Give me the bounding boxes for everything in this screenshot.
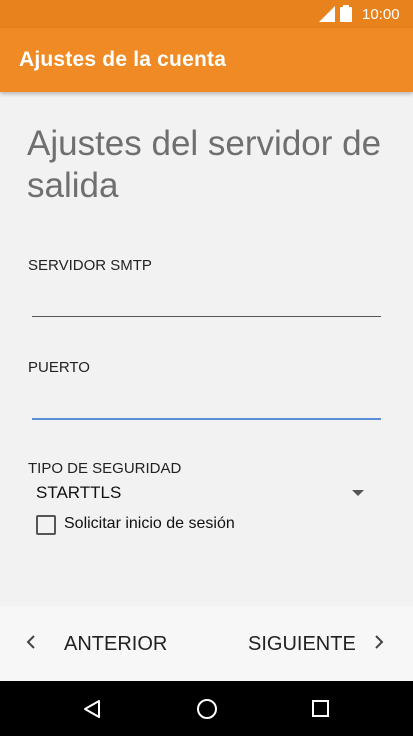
wizard-footer: ANTERIOR SIGUIENTE xyxy=(0,606,413,681)
previous-button[interactable]: ANTERIOR xyxy=(64,633,167,656)
require-signin-checkbox[interactable] xyxy=(36,515,56,535)
status-time: 10:00 xyxy=(362,6,400,23)
page-title: Ajustes del servidor de salida xyxy=(27,124,382,205)
app-bar: Ajustes de la cuenta xyxy=(0,28,413,92)
port-label: PUERTO xyxy=(28,359,90,376)
recents-icon[interactable] xyxy=(311,699,330,718)
chevron-left-icon[interactable] xyxy=(26,634,36,650)
port-input[interactable] xyxy=(32,418,381,420)
security-type-select[interactable]: STARTTLS xyxy=(36,483,121,503)
battery-icon xyxy=(340,5,352,22)
security-type-label: TIPO DE SEGURIDAD xyxy=(28,460,182,477)
smtp-server-input[interactable] xyxy=(32,316,381,317)
home-icon[interactable] xyxy=(196,698,218,720)
back-icon[interactable] xyxy=(82,699,102,719)
system-nav-bar xyxy=(0,681,413,736)
dropdown-arrow-icon[interactable] xyxy=(352,490,364,496)
smtp-server-label: SERVIDOR SMTP xyxy=(28,257,152,274)
chevron-right-icon[interactable] xyxy=(374,634,384,650)
signal-icon xyxy=(319,6,335,22)
app-bar-title: Ajustes de la cuenta xyxy=(19,48,227,71)
require-signin-label[interactable]: Solicitar inicio de sesión xyxy=(64,515,235,533)
status-bar: 10:00 xyxy=(0,0,413,28)
next-button[interactable]: SIGUIENTE xyxy=(248,633,356,656)
